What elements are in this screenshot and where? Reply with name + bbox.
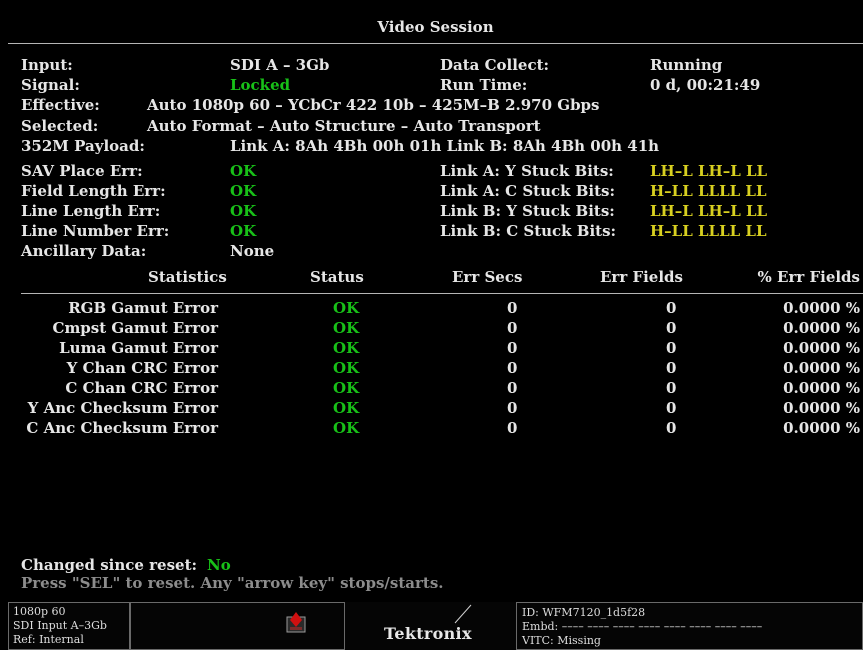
statistic-pct-err-fields: 0.0000 % [783, 419, 860, 437]
alarm-panel [130, 602, 345, 650]
stuck-bits-value: LH–L LH–L LL [650, 162, 768, 180]
payload-label: 352M Payload: [21, 137, 145, 155]
error-label: Line Number Err: [21, 222, 170, 240]
statistic-pct-err-fields: 0.0000 % [783, 299, 860, 317]
id-panel: ID: WFM7120_1d5f28 Embd: –––– –––– –––– … [516, 602, 863, 650]
statistic-err-secs: 0 [507, 399, 518, 417]
stuck-bits-label: Link B: Y Stuck Bits: [440, 202, 615, 220]
statistic-pct-err-fields: 0.0000 % [783, 339, 860, 357]
alarm-icon [286, 611, 306, 633]
vitc-status: VITC: Missing [522, 634, 601, 647]
input-label: Input: [21, 56, 73, 74]
statistic-err-fields: 0 [666, 299, 677, 317]
statistic-err-secs: 0 [507, 319, 518, 337]
ancillary-data-label: Ancillary Data: [21, 242, 147, 260]
statistic-err-fields: 0 [666, 319, 677, 337]
error-label: SAV Place Err: [21, 162, 143, 180]
statistic-err-secs: 0 [507, 419, 518, 437]
format-text: 1080p 60 [13, 605, 66, 618]
run-time-value: 0 d, 00:21:49 [650, 76, 761, 94]
input-text: SDI Input A–3Gb [13, 619, 107, 632]
statistic-status: OK [333, 319, 360, 337]
run-time-label: Run Time: [440, 76, 528, 94]
reset-hint: Press "SEL" to reset. Any "arrow key" st… [21, 574, 444, 592]
table-row: Cmpst Gamut Error OK 0 0 0.0000 % [0, 319, 863, 339]
stuck-bits-label: Link A: Y Stuck Bits: [440, 162, 614, 180]
effective-value: Auto 1080p 60 – YCbCr 422 10b – 425M–B 2… [147, 96, 600, 114]
signal-value: Locked [230, 76, 291, 94]
statistic-err-fields: 0 [666, 339, 677, 357]
statistic-name: RGB Gamut Error [68, 299, 218, 317]
tektronix-logo: Tektronix [384, 624, 472, 643]
error-label: Line Length Err: [21, 202, 161, 220]
statistic-status: OK [333, 399, 360, 417]
status-bar: 1080p 60 SDI Input A–3Gb Ref: Internal T… [8, 602, 863, 650]
error-status: OK [230, 162, 257, 180]
table-row: RGB Gamut Error OK 0 0 0.0000 % [0, 299, 863, 319]
table-row: C Chan CRC Error OK 0 0 0.0000 % [0, 379, 863, 399]
statistic-name: Y Anc Checksum Error [27, 399, 218, 417]
statistic-pct-err-fields: 0.0000 % [783, 319, 860, 337]
statistic-pct-err-fields: 0.0000 % [783, 359, 860, 377]
statistic-name: Cmpst Gamut Error [52, 319, 219, 337]
table-row: Luma Gamut Error OK 0 0 0.0000 % [0, 339, 863, 359]
statistic-status: OK [333, 299, 360, 317]
statistic-pct-err-fields: 0.0000 % [783, 379, 860, 397]
stuck-bits-label: Link B: C Stuck Bits: [440, 222, 617, 240]
table-row: Y Chan CRC Error OK 0 0 0.0000 % [0, 359, 863, 379]
page-title: Video Session [377, 18, 494, 36]
statistic-name: Luma Gamut Error [59, 339, 218, 357]
statistic-name: C Chan CRC Error [65, 379, 218, 397]
table-row: C Anc Checksum Error OK 0 0 0.0000 % [0, 419, 863, 439]
statistic-err-secs: 0 [507, 359, 518, 377]
statistic-name: Y Chan CRC Error [66, 359, 218, 377]
stuck-bits-value: LH–L LH–L LL [650, 202, 768, 220]
selected-value: Auto Format – Auto Structure – Auto Tran… [147, 117, 541, 135]
error-status: OK [230, 182, 257, 200]
data-collect-label: Data Collect: [440, 56, 550, 74]
input-value: SDI A – 3Gb [230, 56, 330, 74]
column-header-status: Status [310, 268, 364, 286]
error-status: OK [230, 202, 257, 220]
payload-value: Link A: 8Ah 4Bh 00h 01h Link B: 8Ah 4Bh … [230, 137, 660, 155]
stuck-bits-label: Link A: C Stuck Bits: [440, 182, 616, 200]
data-collect-value: Running [650, 56, 723, 74]
selected-label: Selected: [21, 117, 99, 135]
ref-text: Ref: Internal [13, 633, 84, 646]
statistic-err-fields: 0 [666, 379, 677, 397]
statistic-err-fields: 0 [666, 359, 677, 377]
format-panel: 1080p 60 SDI Input A–3Gb Ref: Internal [8, 602, 130, 650]
statistic-status: OK [333, 379, 360, 397]
title-divider [8, 43, 863, 44]
signal-label: Signal: [21, 76, 80, 94]
statistic-err-fields: 0 [666, 419, 677, 437]
statistic-name: C Anc Checksum Error [26, 419, 218, 437]
statistic-status: OK [333, 419, 360, 437]
stuck-bits-value: H–LL LLLL LL [650, 182, 767, 200]
statistic-status: OK [333, 359, 360, 377]
column-header-pct-err-fields: % Err Fields [757, 268, 860, 286]
table-row: Y Anc Checksum Error OK 0 0 0.0000 % [0, 399, 863, 419]
statistic-err-secs: 0 [507, 299, 518, 317]
column-header-err-fields: Err Fields [600, 268, 683, 286]
effective-label: Effective: [21, 96, 100, 114]
error-label: Field Length Err: [21, 182, 166, 200]
statistic-err-secs: 0 [507, 379, 518, 397]
statistic-pct-err-fields: 0.0000 % [783, 399, 860, 417]
statistic-err-fields: 0 [666, 399, 677, 417]
changed-since-reset-value: No [207, 556, 231, 574]
changed-since-reset-label: Changed since reset: [21, 556, 198, 574]
embedded-audio-status: Embd: –––– –––– –––– –––– –––– –––– ––––… [522, 620, 763, 633]
column-header-err-secs: Err Secs [452, 268, 523, 286]
table-header-divider [21, 293, 863, 294]
ancillary-data-value: None [230, 242, 275, 260]
stuck-bits-value: H–LL LLLL LL [650, 222, 767, 240]
statistic-err-secs: 0 [507, 339, 518, 357]
statistic-status: OK [333, 339, 360, 357]
video-session-screen: Video Session Input: SDI A – 3Gb Data Co… [0, 0, 863, 650]
column-header-statistics: Statistics [148, 268, 227, 286]
error-status: OK [230, 222, 257, 240]
logo-slash-icon [454, 604, 472, 624]
instrument-id: ID: WFM7120_1d5f28 [522, 606, 646, 619]
